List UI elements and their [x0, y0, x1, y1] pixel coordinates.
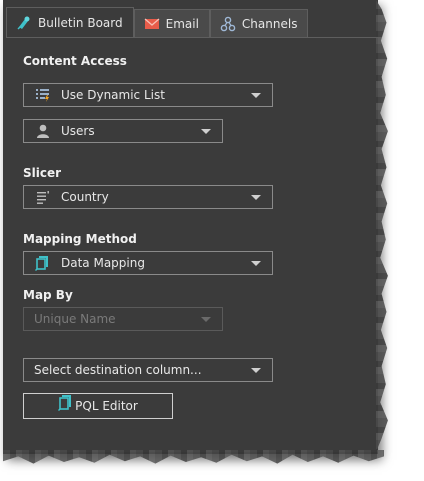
destination-column-dropdown[interactable]: Select destination column... [23, 358, 273, 382]
torn-edge-decoration [376, 0, 388, 452]
chevron-down-icon [201, 128, 211, 134]
bulletin-board-icon [16, 15, 32, 31]
map-by-heading: Map By [23, 288, 73, 302]
slicer-heading: Slicer [23, 166, 62, 180]
list-type-dropdown[interactable]: Use Dynamic List [23, 83, 273, 107]
pql-editor-icon [58, 394, 74, 412]
pql-editor-label: PQL Editor [75, 399, 138, 413]
access-target-value: Users [61, 124, 95, 138]
chevron-down-icon [201, 316, 211, 322]
list-type-value: Use Dynamic List [61, 88, 165, 102]
tab-channels[interactable]: Channels [209, 9, 309, 38]
destination-column-placeholder: Select destination column... [34, 363, 202, 377]
pql-editor-button[interactable]: PQL Editor [23, 393, 173, 419]
tab-label: Bulletin Board [38, 16, 123, 30]
chevron-down-icon [251, 194, 261, 200]
chevron-down-icon [251, 92, 261, 98]
slicer-value: Country [61, 190, 109, 204]
access-target-dropdown[interactable]: Users [23, 119, 223, 143]
channels-icon [220, 16, 236, 32]
tab-label: Email [165, 17, 199, 31]
email-icon [144, 16, 160, 32]
tab-strip: Bulletin Board Email Channels [6, 7, 309, 38]
chevron-down-icon [251, 367, 261, 373]
tab-email[interactable]: Email [133, 9, 210, 38]
tab-label: Channels [241, 17, 298, 31]
slicer-dropdown[interactable]: Country [23, 185, 273, 209]
map-by-value: Unique Name [34, 312, 116, 326]
content-access-heading: Content Access [23, 54, 127, 68]
map-by-dropdown[interactable]: Unique Name [23, 307, 223, 331]
settings-panel: Bulletin Board Email Channels Content Ac… [3, 0, 388, 454]
mapping-method-value: Data Mapping [61, 256, 145, 270]
slicer-list-icon [35, 189, 51, 205]
tab-bulletin-board[interactable]: Bulletin Board [6, 7, 134, 38]
mapping-method-dropdown[interactable]: Data Mapping [23, 251, 273, 275]
tab-divider [6, 37, 380, 38]
dynamic-list-icon [35, 87, 51, 103]
mapping-method-heading: Mapping Method [23, 232, 137, 246]
data-mapping-icon [35, 255, 51, 271]
chevron-down-icon [251, 260, 261, 266]
user-icon [35, 123, 51, 139]
